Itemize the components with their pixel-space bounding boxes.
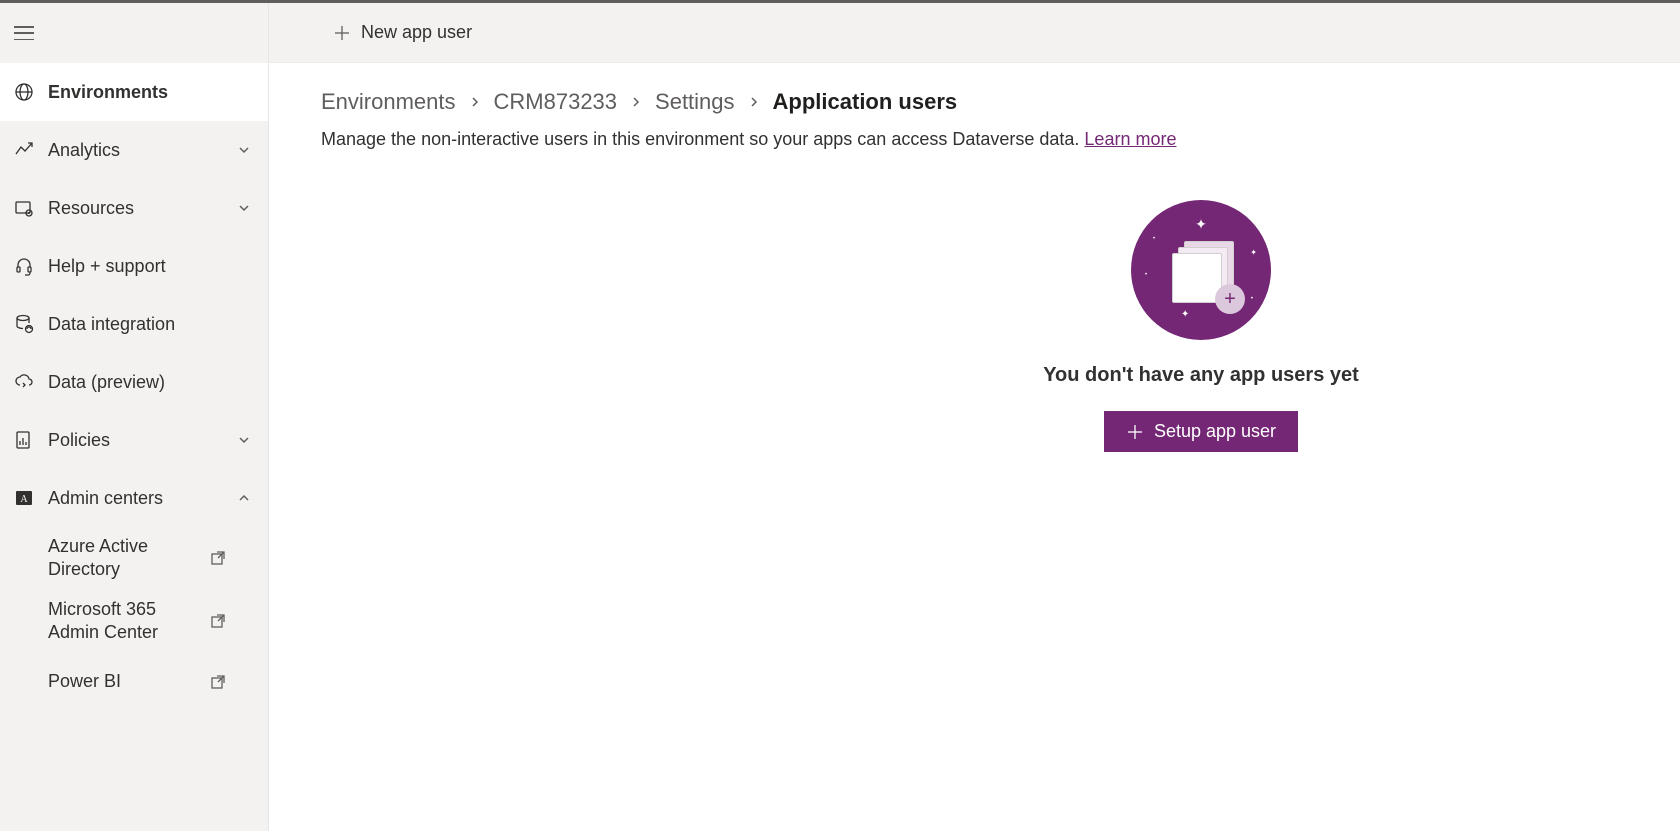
main-content: New app user Environments CRM873233 Sett… bbox=[269, 3, 1680, 831]
sidebar-subitem-label: Microsoft 365 Admin Center bbox=[48, 598, 208, 645]
description-text: Manage the non-interactive users in this… bbox=[321, 129, 1084, 149]
breadcrumb-current: Application users bbox=[773, 89, 958, 115]
sidebar-item-help-support[interactable]: Help + support bbox=[0, 237, 268, 295]
sidebar-item-admin-centers[interactable]: A Admin centers bbox=[0, 469, 268, 527]
sidebar-item-label: Policies bbox=[48, 430, 234, 451]
chevron-right-icon bbox=[747, 95, 761, 109]
sparkle-icon: • bbox=[1153, 236, 1155, 242]
open-in-new-icon bbox=[208, 674, 228, 690]
sidebar-item-label: Data (preview) bbox=[48, 372, 254, 393]
open-in-new-icon bbox=[208, 613, 228, 629]
learn-more-link[interactable]: Learn more bbox=[1084, 129, 1176, 149]
breadcrumb-environment-name[interactable]: CRM873233 bbox=[494, 89, 618, 115]
sidebar-subitem-label: Power BI bbox=[48, 670, 208, 693]
cloud-sync-icon bbox=[12, 372, 36, 392]
sparkle-icon: ✦ bbox=[1181, 309, 1189, 320]
plus-badge-icon: + bbox=[1215, 284, 1245, 314]
chevron-down-icon bbox=[234, 143, 254, 157]
hamburger-row bbox=[0, 3, 268, 63]
sidebar-item-label: Admin centers bbox=[48, 488, 234, 509]
resources-icon bbox=[12, 198, 36, 218]
sparkle-icon: ✦ bbox=[1195, 216, 1207, 233]
globe-icon bbox=[12, 82, 36, 102]
sidebar-item-label: Resources bbox=[48, 198, 234, 219]
hamburger-icon[interactable] bbox=[14, 23, 34, 43]
sparkle-icon: • bbox=[1145, 272, 1147, 278]
sidebar-subitem-azure-ad[interactable]: Azure Active Directory bbox=[0, 527, 268, 590]
breadcrumb-settings[interactable]: Settings bbox=[655, 89, 735, 115]
sidebar-item-analytics[interactable]: Analytics bbox=[0, 121, 268, 179]
plus-icon bbox=[1126, 423, 1144, 441]
sidebar-subitem-power-bi[interactable]: Power BI bbox=[0, 653, 268, 711]
open-in-new-icon bbox=[208, 550, 228, 566]
new-app-user-label: New app user bbox=[361, 22, 472, 43]
chevron-up-icon bbox=[234, 491, 254, 505]
content-area: Environments CRM873233 Settings Applicat… bbox=[269, 63, 1680, 478]
sidebar-item-policies[interactable]: Policies bbox=[0, 411, 268, 469]
setup-app-user-label: Setup app user bbox=[1154, 421, 1276, 442]
chart-icon bbox=[12, 140, 36, 160]
command-bar: New app user bbox=[269, 3, 1680, 63]
new-app-user-button[interactable]: New app user bbox=[321, 14, 484, 51]
empty-state-illustration: ✦ ✦ • ✦ • • + bbox=[1131, 200, 1271, 340]
plus-icon bbox=[333, 24, 351, 42]
sidebar-item-data-preview[interactable]: Data (preview) bbox=[0, 353, 268, 411]
empty-state: ✦ ✦ • ✦ • • + You don't have any app use… bbox=[1041, 200, 1361, 452]
chevron-down-icon bbox=[234, 433, 254, 447]
sparkle-icon: ✦ bbox=[1250, 248, 1257, 257]
breadcrumb-environments[interactable]: Environments bbox=[321, 89, 456, 115]
sidebar-item-label: Analytics bbox=[48, 140, 234, 161]
headset-icon bbox=[12, 256, 36, 276]
sidebar: Environments Analytics Resources bbox=[0, 3, 269, 831]
sidebar-item-environments[interactable]: Environments bbox=[0, 63, 268, 121]
sidebar-item-resources[interactable]: Resources bbox=[0, 179, 268, 237]
sparkle-icon: • bbox=[1251, 296, 1253, 302]
sidebar-subitem-label: Azure Active Directory bbox=[48, 535, 208, 582]
setup-app-user-button[interactable]: Setup app user bbox=[1104, 411, 1298, 452]
sidebar-item-data-integration[interactable]: Data integration bbox=[0, 295, 268, 353]
sidebar-item-label: Help + support bbox=[48, 256, 254, 277]
svg-text:A: A bbox=[20, 494, 28, 505]
sidebar-subitem-m365-admin[interactable]: Microsoft 365 Admin Center bbox=[0, 590, 268, 653]
sidebar-item-label: Data integration bbox=[48, 314, 254, 335]
doc-chart-icon bbox=[12, 430, 36, 450]
chevron-down-icon bbox=[234, 201, 254, 215]
page-description: Manage the non-interactive users in this… bbox=[321, 129, 1628, 150]
database-icon bbox=[12, 314, 36, 334]
app-layout: Environments Analytics Resources bbox=[0, 3, 1680, 831]
empty-state-title: You don't have any app users yet bbox=[1043, 364, 1359, 387]
sidebar-item-label: Environments bbox=[48, 82, 254, 103]
admin-icon: A bbox=[12, 488, 36, 508]
chevron-right-icon bbox=[629, 95, 643, 109]
chevron-right-icon bbox=[468, 95, 482, 109]
breadcrumb: Environments CRM873233 Settings Applicat… bbox=[321, 89, 1628, 115]
